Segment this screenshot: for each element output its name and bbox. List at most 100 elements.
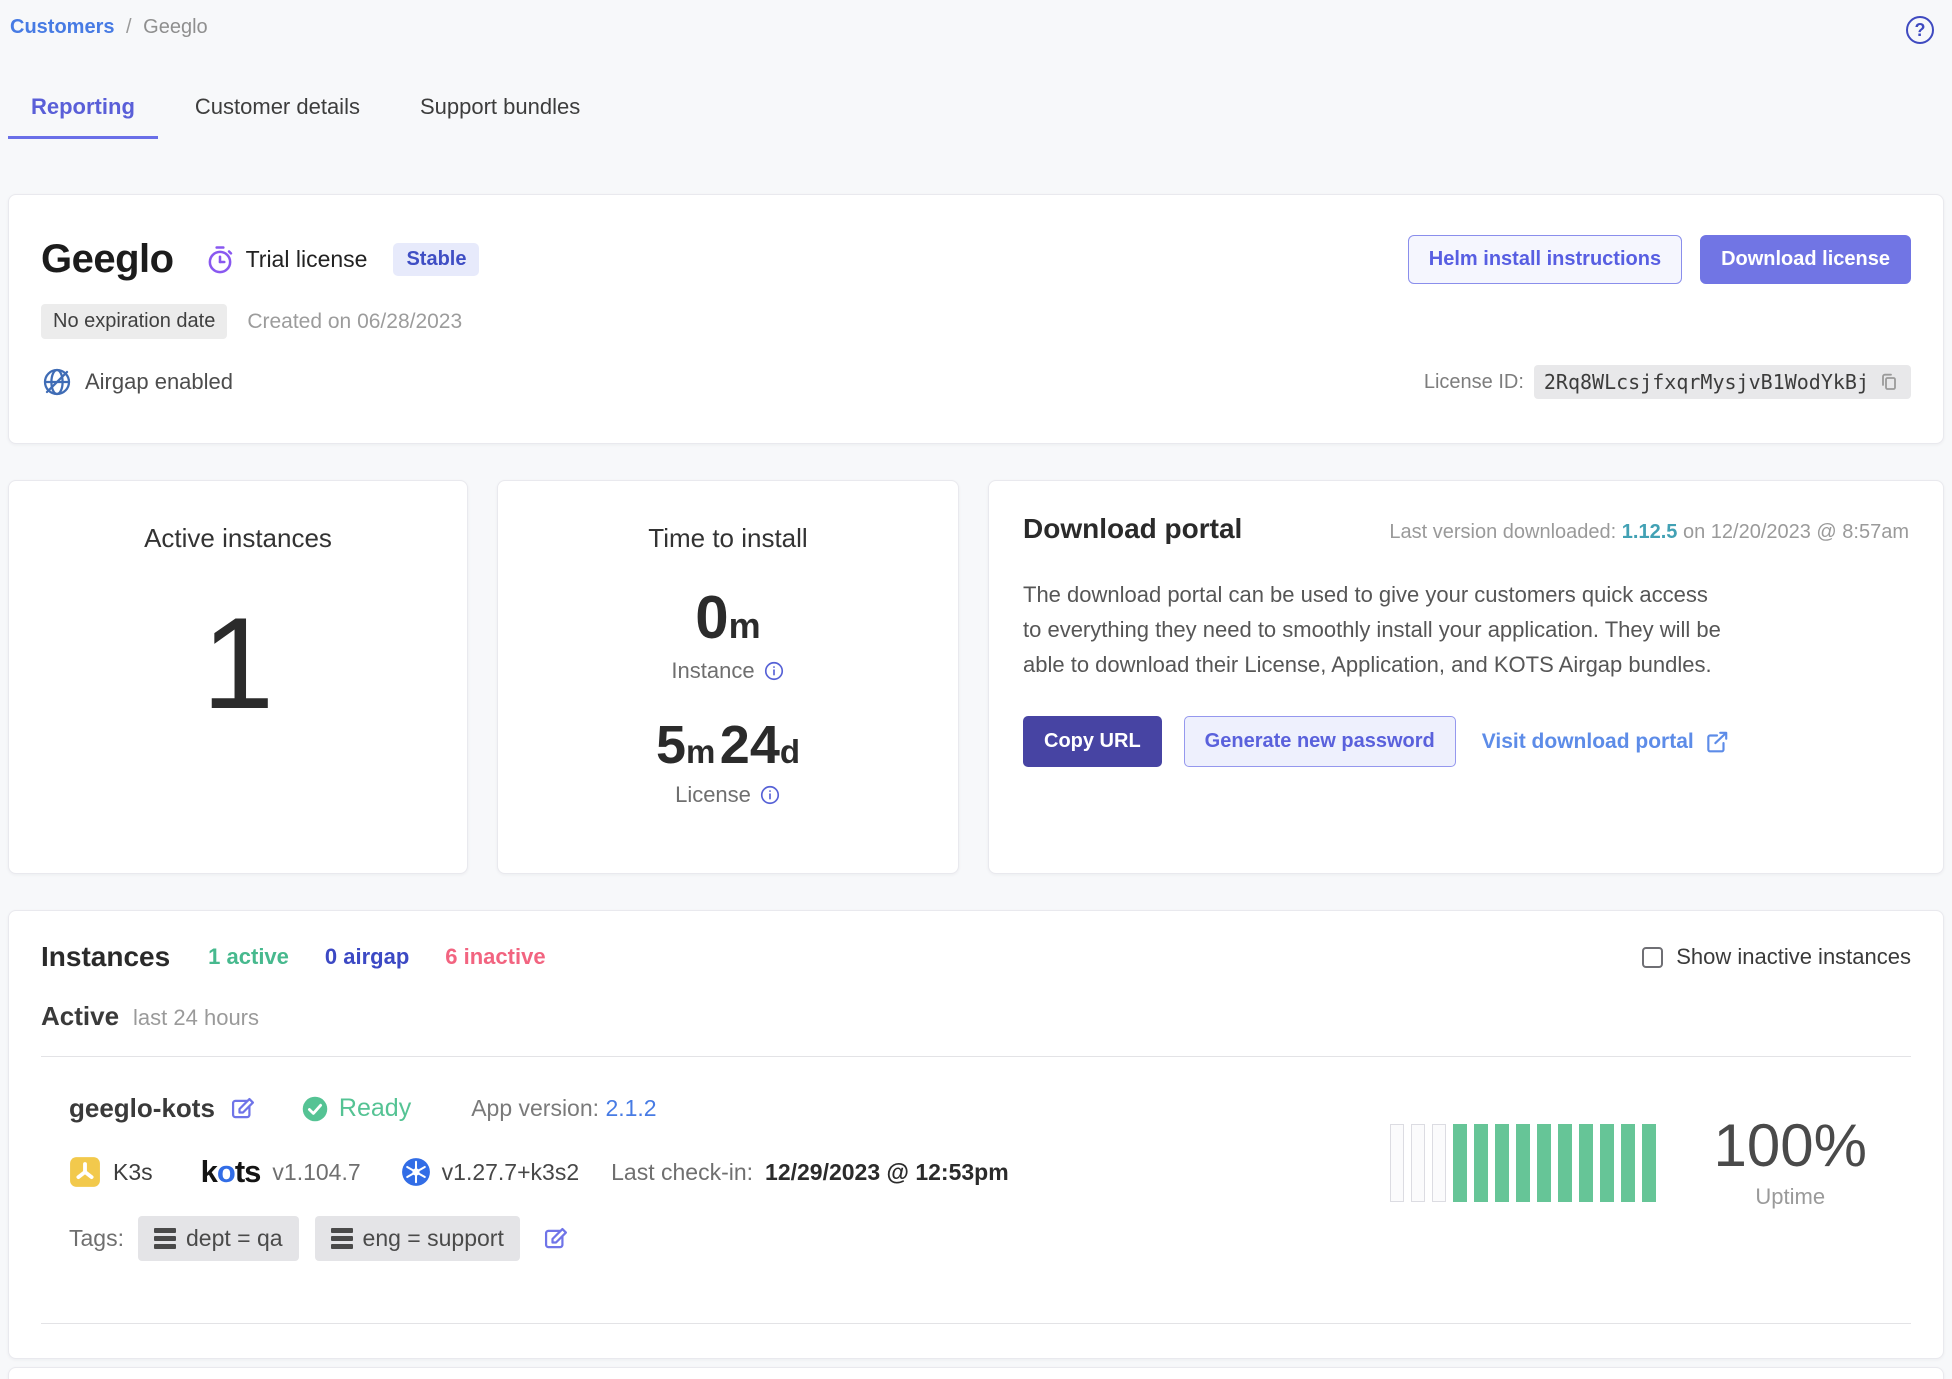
- download-portal-description: The download portal can be used to give …: [1023, 577, 1728, 682]
- copy-url-button[interactable]: Copy URL: [1023, 716, 1162, 767]
- tag-icon: [331, 1228, 353, 1249]
- last-version-link[interactable]: 1.12.5: [1622, 521, 1678, 543]
- airgap-label: Airgap enabled: [85, 369, 233, 395]
- uptime-bar: [1621, 1124, 1635, 1202]
- generate-password-button[interactable]: Generate new password: [1184, 716, 1456, 767]
- info-icon[interactable]: [763, 660, 785, 682]
- app-version-link[interactable]: 2.1.2: [605, 1095, 656, 1121]
- instance-counts: 1 active 0 airgap 6 inactive: [208, 944, 545, 970]
- trial-timer-icon: [204, 244, 236, 276]
- instances-title: Instances: [41, 941, 170, 973]
- k3s-icon: [69, 1156, 101, 1188]
- count-inactive[interactable]: 6 inactive: [445, 944, 545, 970]
- license-id-pill: 2Rq8WLcsjfxqrMysjvB1WodYkBj: [1534, 365, 1911, 399]
- active-instances-card: Active instances 1: [8, 480, 468, 874]
- license-install-time: 5m 24d: [498, 718, 958, 772]
- last-checkin-label: Last check-in:: [611, 1159, 753, 1186]
- helm-install-button[interactable]: Helm install instructions: [1408, 235, 1682, 284]
- download-license-button[interactable]: Download license: [1700, 235, 1911, 284]
- tab-reporting[interactable]: Reporting: [8, 94, 158, 139]
- uptime-bar: [1537, 1124, 1551, 1202]
- edit-icon[interactable]: [229, 1095, 257, 1123]
- created-date: Created on 06/28/2023: [247, 310, 462, 334]
- uptime-bar: [1474, 1124, 1488, 1202]
- app-version: App version: 2.1.2: [471, 1095, 656, 1122]
- tag-label: dept = qa: [186, 1225, 283, 1252]
- uptime-bar: [1390, 1124, 1404, 1202]
- instance-name: geeglo-kots: [69, 1093, 215, 1124]
- instance-row: geeglo-kots Ready App version:: [41, 1065, 1911, 1261]
- tag-label: eng = support: [363, 1225, 504, 1252]
- tags-list: dept = qa eng = support: [138, 1216, 520, 1261]
- show-inactive-checkbox[interactable]: [1642, 947, 1663, 968]
- license-type: Trial license: [204, 244, 368, 276]
- visit-portal-link[interactable]: Visit download portal: [1482, 729, 1730, 755]
- tag-pill: dept = qa: [138, 1216, 299, 1261]
- count-airgap[interactable]: 0 airgap: [325, 944, 409, 970]
- uptime-percent: 100%: [1714, 1116, 1867, 1176]
- uptime-bar: [1516, 1124, 1530, 1202]
- distro-label: K3s: [113, 1159, 153, 1186]
- customer-header-card: Geeglo Trial license Stable Helm install…: [8, 194, 1944, 444]
- active-instances-value: 1: [9, 598, 467, 728]
- topbar: Customers / Geeglo ?: [0, 0, 1952, 44]
- active-instances-title: Active instances: [9, 523, 467, 554]
- metrics-row: Active instances 1 Time to install 0m In…: [8, 480, 1944, 874]
- uptime-bar: [1411, 1124, 1425, 1202]
- breadcrumb-current: Geeglo: [143, 16, 208, 38]
- kots-version: v1.104.7: [272, 1159, 360, 1186]
- expiration-badge: No expiration date: [41, 304, 227, 339]
- last-version-downloaded: Last version downloaded: 1.12.5 on 12/20…: [1389, 521, 1909, 544]
- status-label: Ready: [339, 1094, 411, 1123]
- airgap-globe-icon: [41, 366, 73, 398]
- help-icon[interactable]: ?: [1906, 16, 1934, 44]
- uptime-bar: [1495, 1124, 1509, 1202]
- info-icon[interactable]: [759, 784, 781, 806]
- instance-install-time: 0m: [498, 588, 958, 648]
- kubernetes-icon: [401, 1157, 431, 1187]
- ready-check-icon: [301, 1095, 329, 1123]
- show-inactive-toggle: Show inactive instances: [1642, 944, 1911, 970]
- customer-name: Geeglo: [41, 237, 174, 282]
- tab-bar: Reporting Customer details Support bundl…: [8, 94, 1952, 139]
- edit-icon[interactable]: [542, 1225, 570, 1253]
- last-checkin-value: 12/29/2023 @ 12:53pm: [765, 1159, 1009, 1186]
- download-portal-title: Download portal: [1023, 513, 1242, 545]
- divider: [41, 1056, 1911, 1057]
- tab-support-bundles[interactable]: Support bundles: [397, 94, 603, 139]
- airgap-status: Airgap enabled: [41, 366, 233, 398]
- count-active[interactable]: 1 active: [208, 944, 289, 970]
- uptime-bar: [1579, 1124, 1593, 1202]
- download-portal-card: Download portal Last version downloaded:…: [988, 480, 1944, 874]
- active-section-range: last 24 hours: [133, 1005, 259, 1031]
- kots-logo: kots: [201, 1154, 261, 1190]
- uptime-bar: [1642, 1124, 1656, 1202]
- tag-pill: eng = support: [315, 1216, 520, 1261]
- status-badge: Ready: [301, 1094, 411, 1123]
- time-to-install-title: Time to install: [498, 523, 958, 554]
- active-section-label: Active: [41, 1001, 119, 1032]
- distro: K3s: [69, 1156, 153, 1188]
- copy-icon[interactable]: [1877, 370, 1901, 394]
- tab-customer-details[interactable]: Customer details: [172, 94, 383, 139]
- uptime-stat: 100% Uptime: [1714, 1116, 1867, 1210]
- tag-icon: [154, 1228, 176, 1249]
- show-inactive-label[interactable]: Show inactive instances: [1676, 944, 1911, 970]
- next-card-edge: [8, 1367, 1944, 1379]
- k8s-version-label: v1.27.7+k3s2: [442, 1159, 579, 1186]
- license-id-label: License ID:: [1424, 371, 1524, 394]
- uptime-bar: [1453, 1124, 1467, 1202]
- uptime-bar: [1558, 1124, 1572, 1202]
- uptime-bar: [1432, 1124, 1446, 1202]
- instances-card: Instances 1 active 0 airgap 6 inactive S…: [8, 910, 1944, 1359]
- instance-install-label: Instance: [498, 658, 958, 684]
- uptime-bar: [1600, 1124, 1614, 1202]
- uptime-group: 100% Uptime: [1390, 1116, 1867, 1210]
- license-type-label: Trial license: [246, 246, 368, 273]
- time-to-install-card: Time to install 0m Instance 5m 24d Licen…: [497, 480, 959, 874]
- license-install-label: License: [498, 782, 958, 808]
- breadcrumb-customers-link[interactable]: Customers: [10, 16, 114, 38]
- breadcrumb-separator: /: [126, 16, 132, 38]
- kubernetes-version: v1.27.7+k3s2: [401, 1157, 579, 1187]
- channel-badge: Stable: [393, 243, 479, 276]
